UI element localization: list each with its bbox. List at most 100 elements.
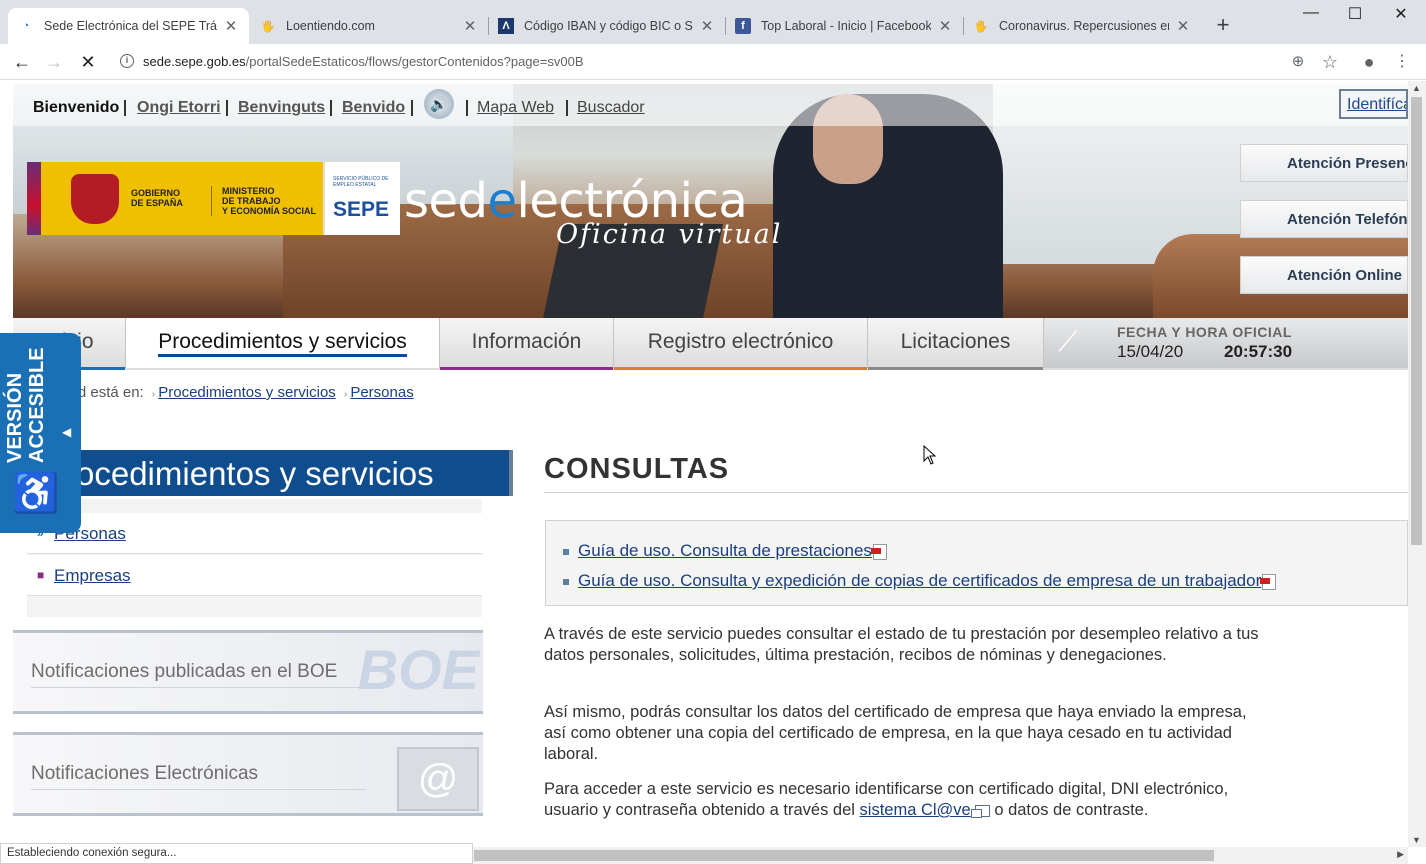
- bookmark-star-icon[interactable]: ☆: [1318, 50, 1342, 74]
- loentiendo-icon: 🖐: [974, 20, 988, 33]
- envelope-at-icon: @: [397, 747, 479, 811]
- main-navigation: Inicio Procedimientos y servicios Inform…: [13, 318, 1408, 370]
- accessible-version-tab[interactable]: VERSIÓN ACCESIBLE ◀ ♿: [0, 333, 81, 533]
- tab-title: Coronavirus. Repercusiones en c: [999, 19, 1169, 33]
- external-window-icon: [970, 804, 990, 818]
- tab-registro-electronico[interactable]: Registro electrónico: [614, 318, 868, 370]
- kebab-menu-icon[interactable]: ⋮: [1390, 50, 1414, 74]
- lang-link-catala[interactable]: Benvinguts: [238, 99, 325, 117]
- page-heading: CONSULTAS: [544, 453, 730, 485]
- url-text[interactable]: sede.sepe.gob.es/portalSedeEstaticos/flo…: [143, 54, 584, 69]
- forward-arrow-icon[interactable]: →: [42, 50, 66, 74]
- attention-online-button[interactable]: Atención Online: [1240, 256, 1408, 294]
- guide-item: Guía de uso. Consulta de prestaciones: [563, 541, 887, 561]
- browser-window: ◔ Sede Electrónica del SEPE Trámit ✕ 🖐 L…: [0, 0, 1426, 864]
- electronic-notifications-banner[interactable]: @ Notificaciones Electrónicas: [13, 732, 483, 816]
- pdf-file-icon: [1260, 573, 1277, 590]
- top-utility-nav: Bienvenido Ongi Etorri Benvinguts Benvid…: [13, 84, 1408, 126]
- section-title: Procedimientos y servicios: [13, 450, 513, 496]
- tab-facebook[interactable]: f Top Laboral - Inicio | Facebook ✕: [725, 8, 963, 44]
- pdf-file-icon: [870, 543, 887, 560]
- tab-iban[interactable]: Λ Código IBAN y código BIC o SWI ✕: [488, 8, 725, 44]
- breadcrumb-personas[interactable]: Personas: [350, 384, 413, 401]
- new-tab-button[interactable]: +: [1211, 14, 1235, 38]
- tab-coronavirus[interactable]: 🖐 Coronavirus. Repercusiones en c ✕: [963, 8, 1201, 44]
- sidebar-menu: » Personas ■ Empresas: [27, 499, 482, 617]
- gobierno-sepe-logo[interactable]: GOBIERNO DE ESPAÑA MINISTERIO DE TRABAJO Y …: [27, 162, 400, 235]
- attention-in-person-button[interactable]: Atención Presencial: [1240, 144, 1408, 182]
- maximize-icon[interactable]: ☐: [1332, 4, 1378, 26]
- site-info-icon[interactable]: i: [120, 54, 134, 68]
- official-date: 15/04/20: [1117, 342, 1184, 361]
- tab-title: Top Laboral - Inicio | Facebook: [761, 19, 931, 33]
- close-window-icon[interactable]: ✕: [1378, 4, 1424, 26]
- address-bar[interactable]: i sede.sepe.gob.es/portalSedeEstaticos/f…: [110, 48, 1352, 76]
- search-link[interactable]: Buscador: [577, 99, 645, 117]
- tab-title: Loentiendo.com: [286, 19, 375, 33]
- clock-hands-icon: ⟋: [1058, 326, 1078, 357]
- sepe-loading-icon: ◔: [22, 20, 30, 32]
- official-time: 20:57:30: [1224, 342, 1293, 361]
- close-tab-icon[interactable]: ✕: [1175, 17, 1191, 35]
- clave-system-link[interactable]: sistema Cl@ve: [860, 801, 971, 819]
- square-bullet-icon: [563, 578, 569, 585]
- close-tab-icon[interactable]: ✕: [699, 17, 715, 35]
- tab-loentiendo[interactable]: 🖐 Loentiendo.com ✕: [250, 8, 488, 44]
- intro-paragraph: A través de este servicio puedes consult…: [544, 625, 1259, 664]
- status-bar: Estableciendo conexión segura...: [0, 843, 473, 864]
- sidebar-item-empresas[interactable]: ■ Empresas: [27, 555, 482, 596]
- guide-link-prestaciones[interactable]: Guía de uso. Consulta de prestaciones: [578, 541, 872, 560]
- tab-informacion[interactable]: Información: [440, 318, 614, 370]
- facebook-icon: f: [735, 18, 751, 34]
- breadcrumb-arrow-icon: ›: [343, 389, 348, 400]
- scroll-down-icon: ▼: [1412, 835, 1421, 845]
- square-bullet-icon: ■: [37, 568, 45, 582]
- square-bullet-icon: [563, 548, 569, 555]
- zoom-icon[interactable]: ⊕: [1286, 50, 1310, 74]
- certificate-paragraph: Así mismo, podrás consultar los datos de…: [544, 703, 1247, 763]
- tab-licitaciones[interactable]: Licitaciones: [868, 318, 1044, 370]
- horizontal-scrollbar[interactable]: ▶: [472, 847, 1408, 864]
- tab-title: Sede Electrónica del SEPE Trámit: [44, 19, 217, 33]
- minimize-icon[interactable]: —: [1288, 4, 1334, 26]
- horizontal-scroll-thumb[interactable]: [474, 850, 1214, 861]
- login-button[interactable]: Identifícate: [1339, 89, 1408, 119]
- browser-toolbar: ← → ✕ i sede.sepe.gob.es/portalSedeEstat…: [0, 44, 1426, 80]
- breadcrumb-arrow-icon: ›: [151, 389, 156, 400]
- tab-procedimientos[interactable]: Procedimientos y servicios: [126, 318, 440, 368]
- boe-watermark: BOE: [357, 638, 479, 701]
- breadcrumb: Usted está en: › Procedimientos y servici…: [47, 384, 414, 401]
- close-tab-icon[interactable]: ✕: [462, 17, 478, 35]
- attention-phone-button[interactable]: Atención Telefónica: [1240, 200, 1408, 238]
- boe-notifications-banner[interactable]: BOE Notificaciones publicadas en el BOE: [13, 630, 483, 714]
- eu-flag-strip: [27, 162, 41, 235]
- lang-link-galego[interactable]: Benvido: [342, 99, 405, 117]
- access-paragraph: Para acceder a este servicio es necesari…: [544, 780, 1229, 819]
- scroll-right-icon: ▶: [1397, 849, 1404, 859]
- guide-link-certificados[interactable]: Guía de uso. Consulta y expedición de co…: [578, 571, 1261, 590]
- oficina-virtual-tagline: Oficina virtual: [556, 219, 783, 250]
- scroll-up-icon: ▲: [1412, 83, 1421, 93]
- close-tab-icon[interactable]: ✕: [223, 17, 239, 35]
- iban-icon: Λ: [498, 18, 514, 34]
- accessibility-icon: ♿: [12, 473, 60, 515]
- close-tab-icon[interactable]: ✕: [937, 17, 953, 35]
- sidebar-item-personas[interactable]: » Personas: [27, 513, 482, 554]
- breadcrumb-procedimientos[interactable]: Procedimientos y servicios: [158, 384, 336, 401]
- profile-avatar-icon[interactable]: ●: [1357, 50, 1381, 74]
- mouse-cursor-icon: [923, 445, 937, 465]
- stop-loading-icon[interactable]: ✕: [76, 50, 100, 74]
- vertical-scroll-thumb[interactable]: [1411, 97, 1422, 545]
- tab-sede-electronica[interactable]: ◔ Sede Electrónica del SEPE Trámit ✕: [8, 8, 249, 44]
- lang-link-euskara[interactable]: Ongi Etorri: [137, 99, 221, 117]
- web-page: Bienvenido Ongi Etorri Benvinguts Benvid…: [0, 81, 1408, 843]
- loentiendo-icon: 🖐: [261, 20, 275, 33]
- guide-item: Guía de uso. Consulta y expedición de co…: [563, 571, 1277, 591]
- lang-current: Bienvenido: [33, 99, 120, 116]
- back-arrow-icon[interactable]: ←: [10, 50, 34, 74]
- tab-strip: ◔ Sede Electrónica del SEPE Trámit ✕ 🖐 L…: [0, 0, 1426, 44]
- site-map-link[interactable]: Mapa Web: [477, 99, 554, 117]
- coat-of-arms-icon: [71, 174, 119, 224]
- speaker-icon[interactable]: 🔊: [424, 89, 454, 119]
- vertical-scrollbar[interactable]: ▲ ▼: [1408, 81, 1426, 847]
